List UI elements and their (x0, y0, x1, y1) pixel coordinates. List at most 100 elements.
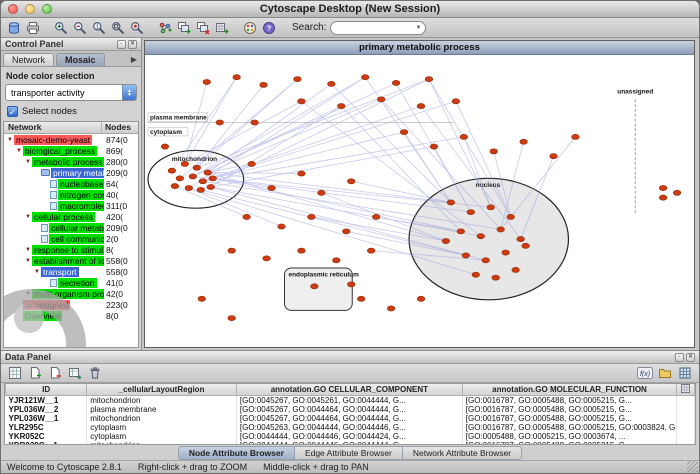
expand-triangle-icon[interactable]: ▼ (24, 258, 32, 264)
column-header[interactable]: annotation.GO MOLECULAR_FUNCTION (462, 384, 676, 396)
network-node[interactable] (372, 214, 380, 219)
create-nested-network-icon[interactable] (213, 19, 231, 36)
tree-column-nodes[interactable]: Nodes (102, 122, 138, 133)
tree-node-label[interactable]: transport (41, 267, 79, 277)
network-node[interactable] (318, 190, 326, 195)
tree-row[interactable]: macromolecule...311(0 (4, 200, 138, 211)
network-node[interactable] (417, 296, 425, 301)
expand-triangle-icon[interactable]: ▼ (24, 247, 32, 253)
network-node[interactable] (308, 214, 316, 219)
network-node[interactable] (263, 256, 271, 261)
network-node[interactable] (417, 103, 425, 108)
float-panel-icon[interactable]: ▫ (675, 353, 684, 362)
expand-triangle-icon[interactable]: ▼ (6, 137, 14, 143)
tree-row[interactable]: cellular metabo...209(0 (4, 222, 138, 233)
tree-node-label[interactable]: cellular process (32, 212, 95, 222)
table-cell[interactable]: cytoplasm (87, 432, 237, 441)
tab-network-attribute-browser[interactable]: Network Attribute Browser (403, 446, 522, 460)
network-node[interactable] (452, 99, 460, 104)
create-view-icon[interactable] (175, 19, 193, 36)
tree-row[interactable]: ▼mosaic-demo-yeast874(0 (4, 134, 138, 145)
network-node[interactable] (298, 171, 306, 176)
network-node[interactable] (216, 120, 224, 125)
network-view-title[interactable]: primary metabolic process (145, 41, 694, 55)
network-svg[interactable]: plasma membranecytoplasmmitochondrionnuc… (145, 55, 694, 347)
network-node[interactable] (294, 76, 302, 81)
expand-triangle-icon[interactable]: ▼ (15, 148, 23, 154)
network-node[interactable] (328, 81, 336, 86)
import-attribute-icon[interactable] (66, 365, 84, 382)
network-node[interactable] (492, 275, 500, 280)
network-node[interactable] (357, 296, 365, 301)
close-panel-icon[interactable]: ✕ (128, 40, 137, 49)
table-cell[interactable]: YPL036W__2 (6, 405, 87, 414)
network-node[interactable] (197, 187, 205, 192)
network-node[interactable] (268, 185, 276, 190)
tree-node-label[interactable]: biological_process (23, 146, 97, 156)
table-cell[interactable]: [GO:0016787, GO:0005488, GO:0005215, G..… (462, 414, 676, 423)
network-node[interactable] (209, 176, 217, 181)
table-cell[interactable]: YJR121W__1 (6, 396, 87, 406)
table-cell[interactable]: [GO:0045263, GO:0044444, GO:0044446, G..… (236, 423, 462, 432)
network-node[interactable] (311, 284, 319, 289)
table-cell[interactable]: plasma membrane (87, 405, 237, 414)
select-nodes-row[interactable]: ✓ Select nodes (1, 103, 141, 121)
tree-node-label[interactable]: establishment of lo... (32, 256, 104, 266)
tree-node-label[interactable]: cellular metabo... (49, 223, 104, 233)
tree-row[interactable]: ▼cellular process420( (4, 211, 138, 222)
select-attributes-icon[interactable] (6, 365, 24, 382)
tree-node-label[interactable]: response to stimul... (32, 245, 104, 255)
network-node[interactable] (467, 209, 475, 214)
dropdown-arrows-icon[interactable]: ▲▼ (122, 85, 136, 100)
tree-row[interactable]: secretion41(0 (4, 277, 138, 288)
network-node[interactable] (171, 183, 179, 188)
tab-scroll-right-icon[interactable]: ▶ (131, 55, 139, 66)
network-node[interactable] (487, 205, 495, 210)
network-node[interactable] (367, 248, 375, 253)
network-node[interactable] (507, 214, 515, 219)
network-node[interactable] (260, 82, 268, 87)
print-icon[interactable] (24, 19, 42, 36)
zoom-in-icon[interactable] (52, 19, 70, 36)
network-node[interactable] (161, 144, 169, 149)
zoom-selected-icon[interactable] (128, 19, 146, 36)
expand-triangle-icon[interactable]: ▼ (24, 159, 32, 165)
network-node[interactable] (198, 296, 206, 301)
network-node[interactable] (425, 76, 433, 81)
table-cell[interactable]: [GO:0005488, GO:0005215, GO:0003674, ... (462, 432, 676, 441)
network-node[interactable] (176, 176, 184, 181)
tree-row[interactable]: nitrogen compo...40( (4, 189, 138, 200)
tree-row[interactable]: ▼transport558(0 (4, 266, 138, 277)
tree-row[interactable]: primary metab...209(0 (4, 167, 138, 178)
tree-node-label[interactable]: primary metab... (51, 168, 104, 178)
network-node[interactable] (181, 161, 189, 166)
table-cell[interactable]: [GO:0016787, GO:0005488, GO:0005215, G..… (462, 396, 676, 406)
help-icon[interactable]: ? (260, 19, 278, 36)
network-nodes[interactable] (161, 75, 681, 321)
tree-row[interactable]: nucleobase...64( (4, 178, 138, 189)
tree-node-label[interactable]: mosaic-demo-yeast (14, 135, 92, 145)
network-node[interactable] (251, 120, 259, 125)
network-node[interactable] (185, 185, 193, 190)
import-network-icon[interactable] (5, 19, 23, 36)
tree-column-network[interactable]: Network (4, 122, 102, 133)
table-cell[interactable]: [GO:0045267, GO:0044464, GO:0044444, G..… (236, 405, 462, 414)
column-header[interactable]: _cellularLayoutRegion (87, 384, 237, 396)
network-node[interactable] (673, 190, 681, 195)
tab-network[interactable]: Network (3, 53, 54, 66)
network-node[interactable] (572, 134, 580, 139)
table-cell[interactable]: cytoplasm (87, 423, 237, 432)
node-color-dropdown[interactable]: transporter activity ▲▼ (5, 84, 137, 101)
network-node[interactable] (522, 243, 530, 248)
table-cell[interactable]: [GO:0016787, GO:0005488, GO:0005215, G..… (462, 405, 676, 414)
network-node[interactable] (442, 238, 450, 243)
tree-row[interactable]: ▼establishment of lo...558(0 (4, 255, 138, 266)
network-node[interactable] (377, 97, 385, 102)
network-node[interactable] (189, 174, 197, 179)
table-cell[interactable]: YLR295C (6, 423, 87, 432)
network-node[interactable] (361, 75, 369, 80)
tab-edge-attribute-browser[interactable]: Edge Attribute Browser (295, 446, 403, 460)
network-node[interactable] (347, 282, 355, 287)
table-cell[interactable]: [GO:0045267, GO:0045261, GO:0044444, G..… (236, 396, 462, 406)
network-node[interactable] (512, 267, 520, 272)
